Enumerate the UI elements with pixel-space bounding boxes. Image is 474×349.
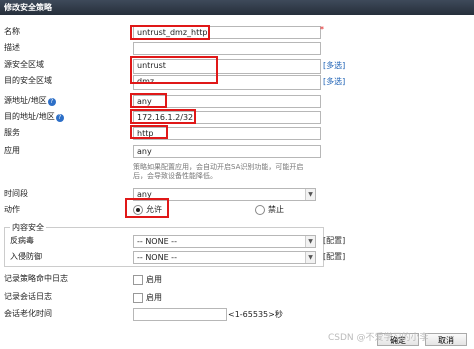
service-label: 服务 — [4, 128, 20, 137]
log-session-option: 启用 — [146, 293, 162, 302]
src-addr-label: 源地址/地区? — [4, 96, 56, 106]
dst-zone-multiselect-link[interactable]: [多选] — [323, 77, 345, 87]
antivirus-select[interactable]: -- NONE -- ▼ — [133, 235, 316, 248]
log-session-label: 记录会话日志 — [4, 292, 52, 301]
highlight-service — [130, 125, 168, 139]
help-icon[interactable]: ? — [55, 114, 64, 122]
application-hint-line2: 后，会导致设备性能降低。 — [133, 172, 217, 180]
log-policy-option: 启用 — [146, 275, 162, 284]
src-addr-label-text: 源地址/地区 — [4, 96, 47, 105]
name-label: 名称 — [4, 27, 20, 36]
highlight-zones — [130, 56, 218, 84]
ips-select[interactable]: -- NONE -- ▼ — [133, 251, 316, 264]
watermark: CSDN @不爱学习的小李 — [328, 333, 429, 343]
log-session-checkbox[interactable] — [133, 293, 143, 303]
antivirus-value: -- NONE -- — [137, 237, 177, 246]
chevron-down-icon[interactable]: ▼ — [305, 252, 315, 263]
highlight-action — [125, 198, 169, 218]
chevron-down-icon[interactable]: ▼ — [305, 236, 315, 247]
log-policy-label: 记录策略命中日志 — [4, 274, 68, 283]
src-zone-label: 源安全区域 — [4, 60, 44, 69]
highlight-dst-addr — [130, 109, 196, 124]
session-timeout-hint: <1-65535>秒 — [228, 310, 283, 319]
required-mark: * — [320, 25, 324, 34]
cancel-button[interactable]: 取消 — [425, 333, 467, 346]
description-input[interactable] — [133, 42, 321, 55]
antivirus-label: 反病毒 — [10, 236, 34, 245]
log-policy-checkbox[interactable] — [133, 275, 143, 285]
action-deny-radio[interactable] — [255, 205, 265, 215]
ips-label: 入侵防御 — [10, 252, 42, 261]
dst-zone-label: 目的安全区域 — [4, 76, 52, 85]
session-timeout-input[interactable] — [133, 308, 227, 321]
description-label: 描述 — [4, 43, 20, 52]
application-hint-line1: 策略如果配置应用，会自动开启SA识别功能，可能开启 — [133, 163, 304, 171]
help-icon[interactable]: ? — [47, 98, 56, 106]
application-label: 应用 — [4, 146, 20, 155]
action-deny-label: 禁止 — [268, 205, 284, 214]
session-timeout-label: 会话老化时间 — [4, 309, 52, 318]
action-label: 动作 — [4, 205, 20, 214]
chevron-down-icon[interactable]: ▼ — [305, 189, 315, 200]
application-input[interactable]: any — [133, 145, 321, 158]
dialog-title: 修改安全策略 — [4, 3, 52, 12]
ips-config-link[interactable]: [配置] — [323, 252, 345, 262]
dst-addr-label-text: 目的地址/地区 — [4, 112, 55, 121]
dst-addr-label: 目的地址/地区? — [4, 112, 64, 122]
content-security-legend: 内容安全 — [10, 223, 46, 233]
dialog-titlebar: 修改安全策略 — [0, 0, 474, 15]
src-zone-multiselect-link[interactable]: [多选] — [323, 61, 345, 71]
highlight-src-addr — [130, 93, 167, 108]
highlight-name — [130, 25, 210, 40]
time-range-label: 时间段 — [4, 189, 28, 198]
ips-value: -- NONE -- — [137, 253, 177, 262]
antivirus-config-link[interactable]: [配置] — [323, 236, 345, 246]
